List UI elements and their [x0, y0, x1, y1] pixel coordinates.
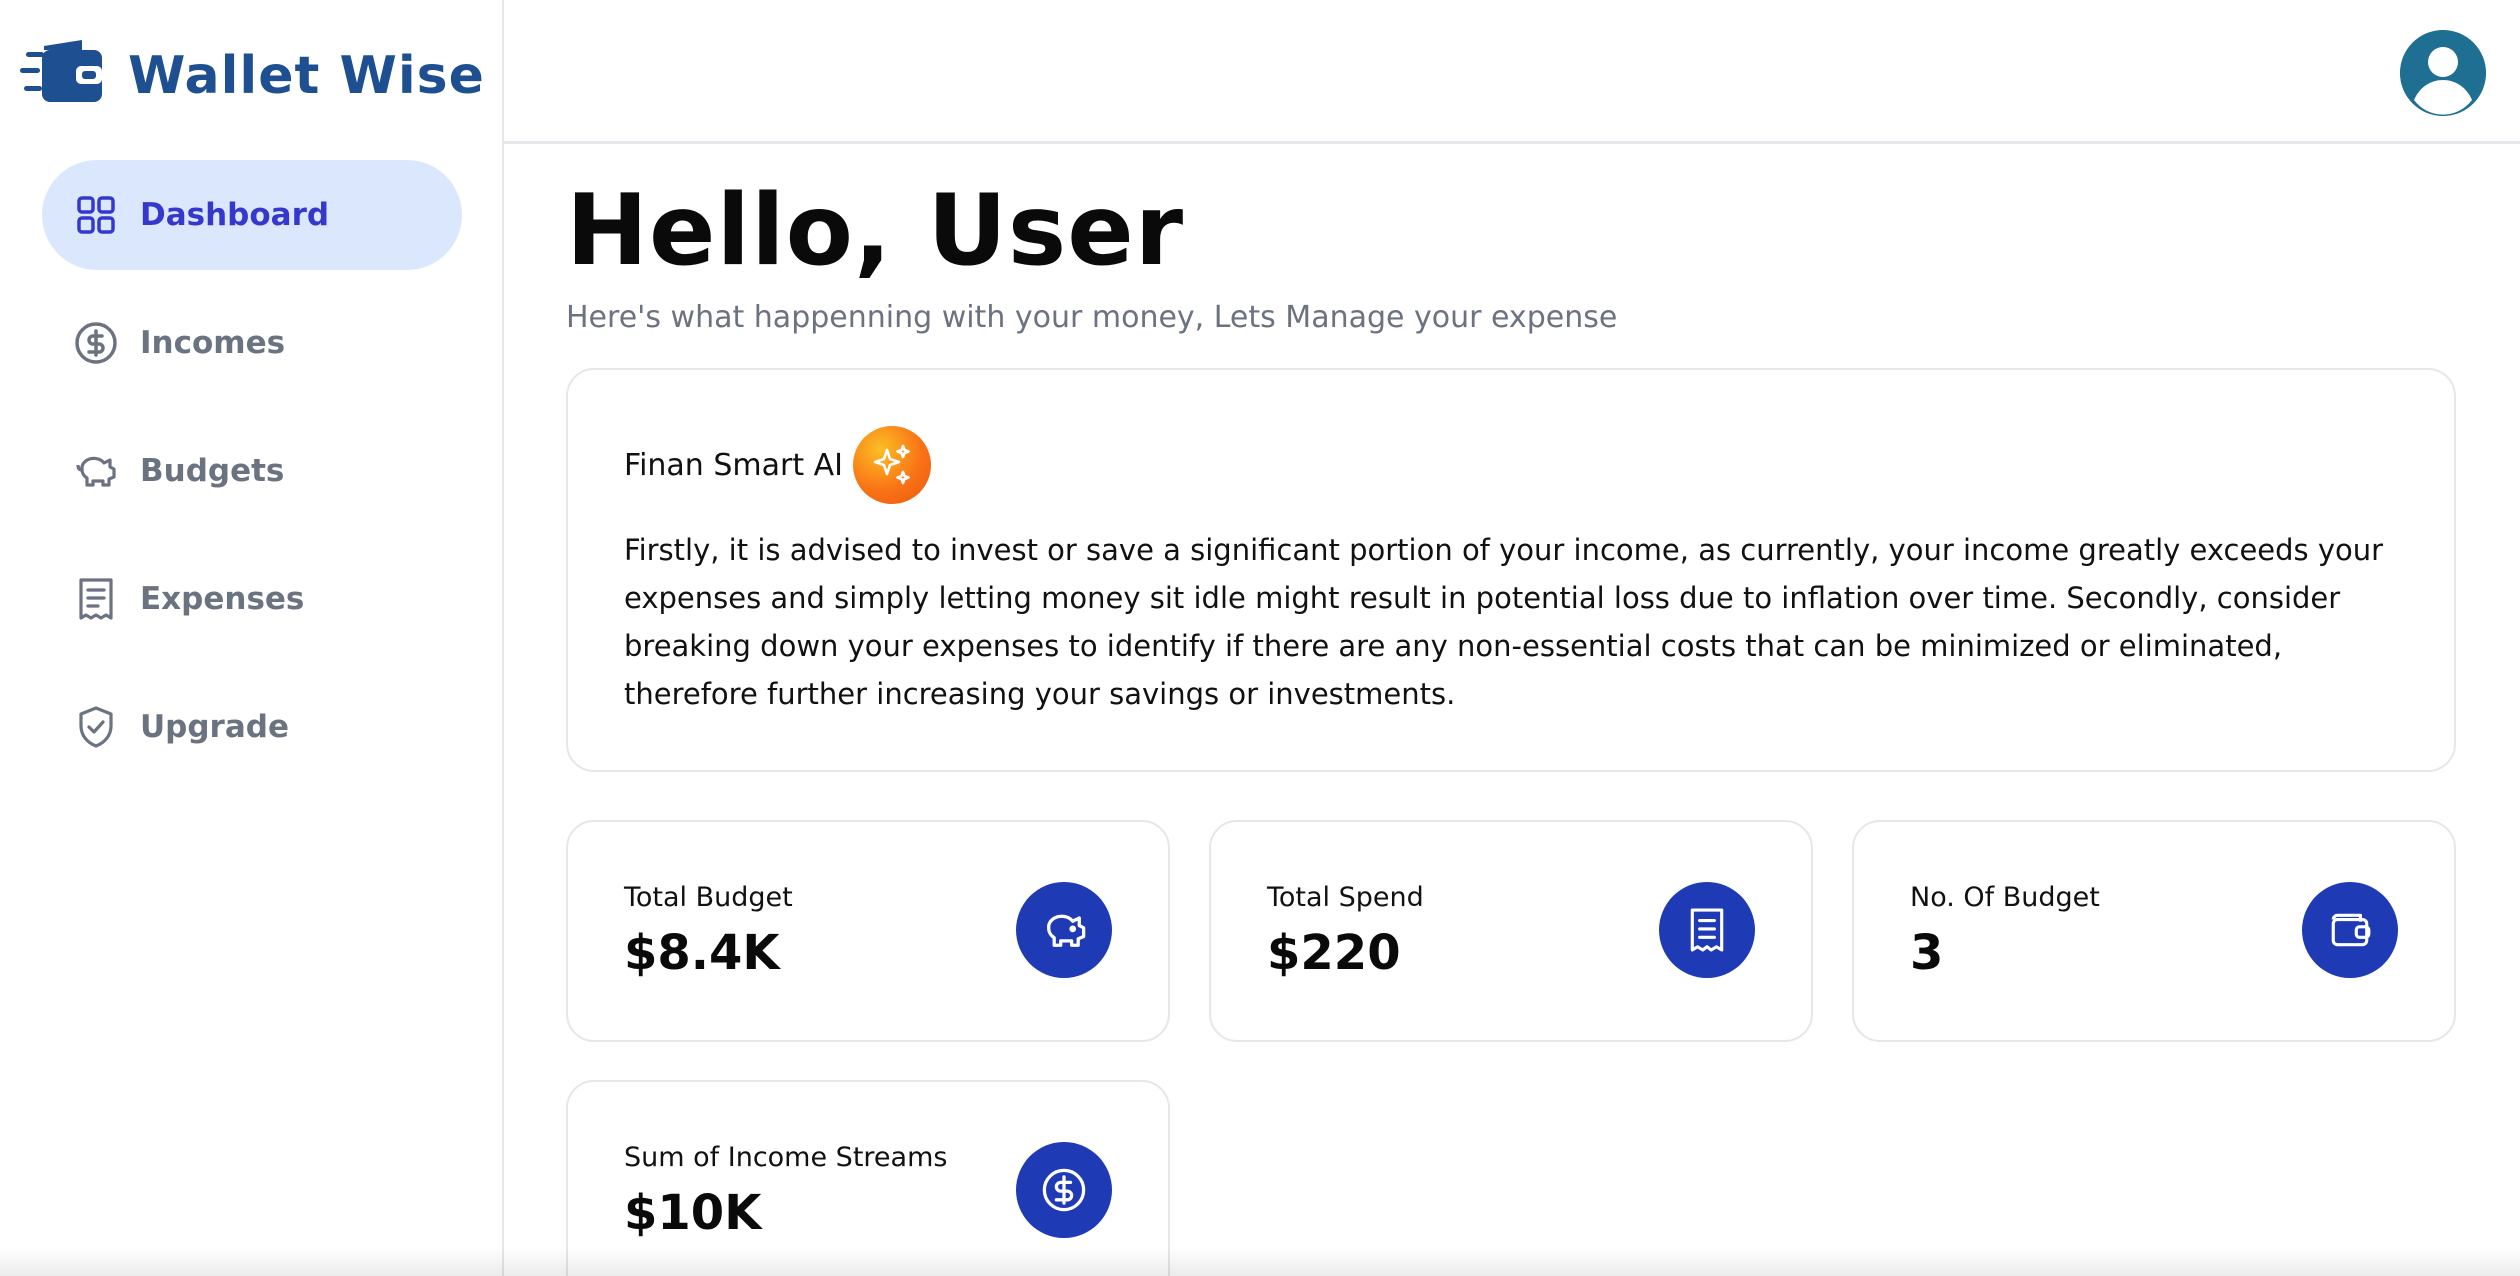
- bottom-edge-shadow: [0, 1246, 2520, 1276]
- sidebar-nav: Dashboard Incomes Budgets Expenses Upgra…: [42, 160, 462, 800]
- sidebar-item-dashboard[interactable]: Dashboard: [42, 160, 462, 270]
- wallet-logo-icon: [20, 38, 106, 114]
- page-subtitle: Here's what happenning with your money, …: [566, 300, 1618, 335]
- receipt-icon: [1659, 882, 1755, 978]
- user-avatar-icon[interactable]: [2400, 30, 2486, 116]
- sidebar-item-upgrade[interactable]: Upgrade: [42, 672, 462, 782]
- app-root: Wallet Wise Dashboard Incomes Budgets Ex…: [0, 0, 2520, 1276]
- ai-insight-card: Finan Smart AI Firstly, it is advised to…: [566, 368, 2456, 772]
- grid-icon: [74, 193, 118, 237]
- dollar-circle-icon: [74, 321, 118, 365]
- dashboard-main: Hello, User Here's what happenning with …: [566, 144, 2456, 1276]
- sidebar-item-incomes[interactable]: Incomes: [42, 288, 462, 398]
- sidebar: Wallet Wise Dashboard Incomes Budgets Ex…: [0, 0, 504, 1276]
- dollar-circle-icon: [1016, 1142, 1112, 1238]
- top-header: [504, 0, 2520, 144]
- logo[interactable]: Wallet Wise: [20, 38, 485, 114]
- stat-card-no-of-budget: No. Of Budget 3: [1852, 820, 2456, 1042]
- sidebar-item-label: Dashboard: [140, 197, 330, 233]
- sidebar-item-label: Upgrade: [140, 709, 289, 745]
- wallet-icon: [2302, 882, 2398, 978]
- sparkles-icon: [853, 426, 932, 504]
- piggy-bank-icon: [74, 449, 118, 493]
- ai-card-header: Finan Smart AI: [624, 426, 2398, 504]
- ai-advice-text: Firstly, it is advised to invest or save…: [624, 533, 2384, 711]
- sidebar-item-label: Expenses: [140, 581, 305, 617]
- stat-card-total-budget: Total Budget $8.4K: [566, 820, 1170, 1042]
- sidebar-item-expenses[interactable]: Expenses: [42, 544, 462, 654]
- stat-card-total-spend: Total Spend $220: [1209, 820, 1813, 1042]
- receipt-icon: [74, 577, 118, 621]
- sidebar-item-budgets[interactable]: Budgets: [42, 416, 462, 526]
- app-name: Wallet Wise: [128, 46, 485, 106]
- sidebar-item-label: Budgets: [140, 453, 285, 489]
- page-title: Hello, User: [566, 174, 1185, 288]
- sidebar-item-label: Incomes: [140, 325, 286, 361]
- piggy-bank-icon: [1016, 882, 1112, 978]
- ai-card-title: Finan Smart AI: [624, 447, 844, 483]
- shield-check-icon: [74, 705, 118, 749]
